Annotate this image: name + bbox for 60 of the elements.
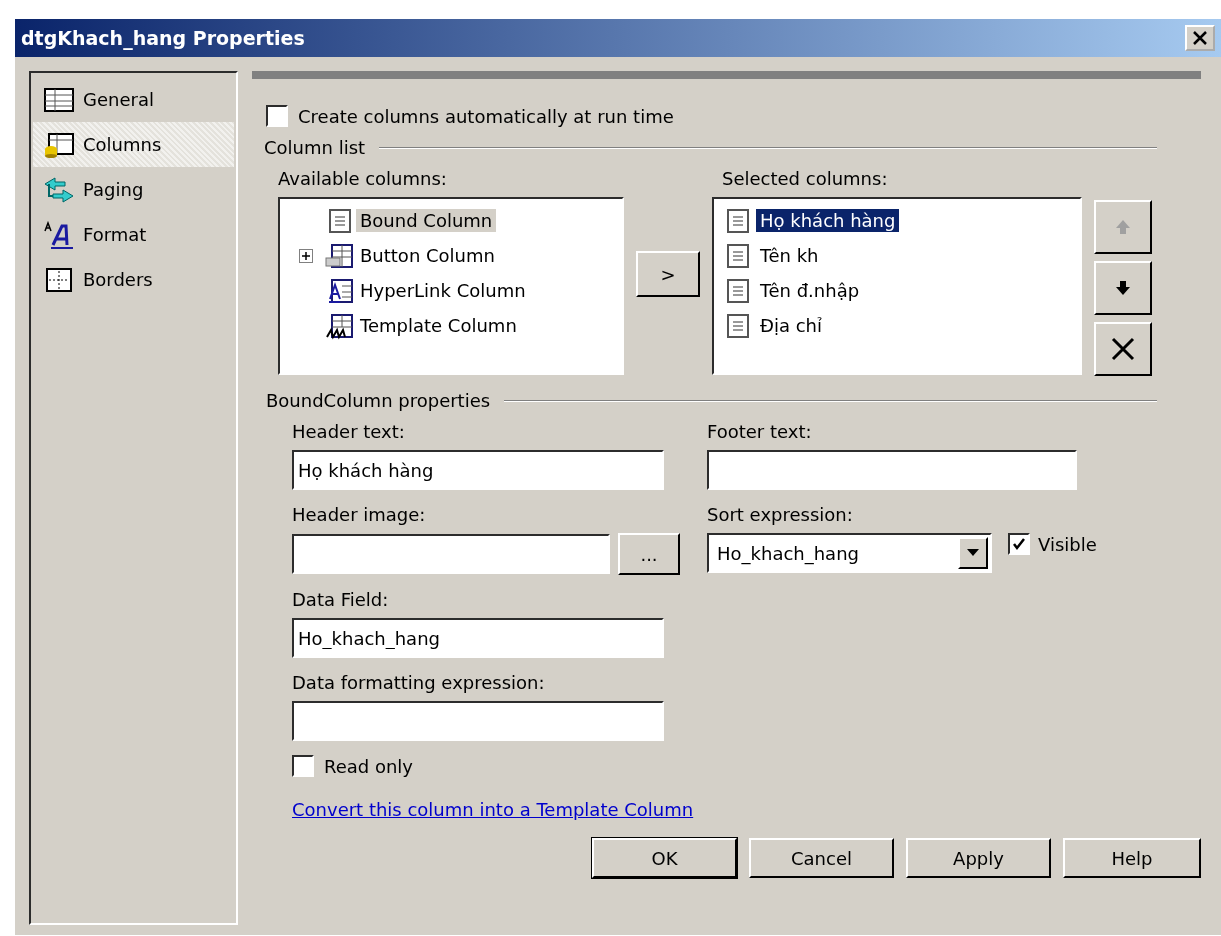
list-item[interactable]: Họ khách hàng [756,209,900,232]
input-field[interactable]: Ho_khach_hang [292,618,664,658]
checkbox-label: Create columns automatically at run time [298,105,674,127]
field-label: Header text: [292,421,406,442]
dialog-button[interactable]: Cancel [749,838,894,878]
window-title: dtgKhach_hang Properties [21,27,305,49]
arrows-icon [43,175,75,204]
dialog-button[interactable]: Apply [906,838,1051,878]
field-label: Selected columns: [722,168,889,189]
down-arrow-icon [1114,279,1132,297]
dropdown-arrow-icon [967,549,979,557]
grid-template-icon [324,311,356,340]
checkbox[interactable] [292,755,314,777]
checkbox-label: Read only [324,755,414,777]
group-title: BoundColumn properties [266,390,491,411]
field-label: Footer text: [707,421,813,442]
tree-item[interactable]: HyperLink Column [356,279,530,302]
delete-icon [1110,336,1136,362]
down-button[interactable] [1094,261,1152,315]
grid-button-icon [324,241,356,270]
field-label: Sort expression: [707,504,854,525]
input-field[interactable]: Họ khách hàng [292,450,664,490]
tree-item[interactable]: Bound Column [356,209,497,232]
expander-icon[interactable] [299,248,313,263]
checkmark-icon [1012,537,1026,551]
input-field[interactable] [292,534,610,574]
add-button[interactable]: > [636,251,700,297]
list-item[interactable]: Tên đ.nhập [756,279,864,302]
dialog-button[interactable]: OK [592,838,737,878]
sidebar-item[interactable]: Columns [33,122,234,167]
up-arrow-icon [1114,218,1132,236]
input-field[interactable] [707,450,1077,490]
sidebar-item[interactable]: Paging [33,167,234,212]
convert-link[interactable]: Convert this column into a Template Column [292,799,694,820]
checkbox[interactable] [1008,533,1030,555]
sidebar-item[interactable]: Format [33,212,234,257]
field-label: Header image: [292,504,427,525]
checkbox[interactable] [266,105,288,127]
browse-button[interactable]: ... [618,533,680,575]
field-label: Available columns: [278,168,448,189]
group-title: Column list [264,137,366,158]
dialog-button[interactable]: Help [1063,838,1201,878]
checkbox-label: Visible [1038,533,1097,555]
tree-item[interactable]: Template Column [356,314,521,337]
tree-item[interactable]: Button Column [356,244,499,267]
close-icon [1192,30,1208,46]
field-label: Data formatting expression: [292,672,546,693]
table-icon [43,85,75,114]
sort-dropdown[interactable]: Ho_khach_hang [707,533,992,573]
delete-button[interactable] [1094,322,1152,376]
list-item[interactable]: Địa chỉ [756,314,826,337]
borders-icon [43,265,75,294]
sidebar-item[interactable]: General [33,77,234,122]
table-database-icon [43,130,75,159]
font-icon [43,220,75,249]
sidebar-item[interactable]: Borders [33,257,234,302]
input-field[interactable] [292,701,664,741]
list-item[interactable]: Tên kh [756,244,823,267]
close-button[interactable] [1185,25,1215,51]
field-label: Data Field: [292,589,390,610]
